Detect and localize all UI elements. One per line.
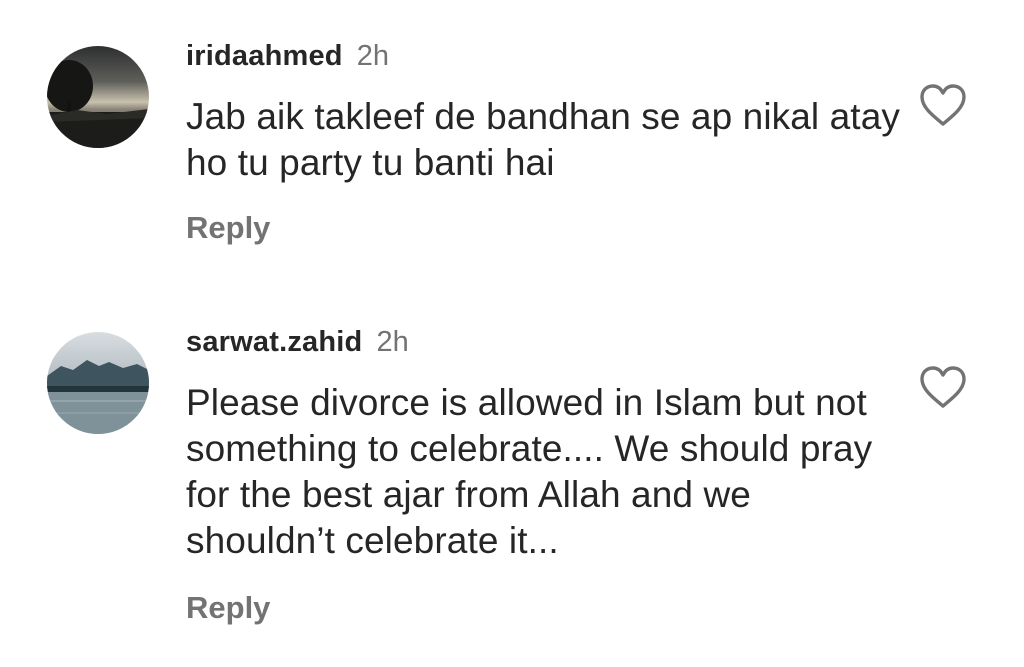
avatar-sunset-tree-image <box>47 46 149 148</box>
comment-meta: iridaahmed 2h <box>186 40 389 84</box>
reply-button[interactable]: Reply <box>186 210 270 246</box>
comment-time: 2h <box>356 40 389 72</box>
avatar[interactable] <box>47 332 149 434</box>
reply-button[interactable]: Reply <box>186 590 270 626</box>
heart-outline-icon <box>920 84 966 126</box>
like-heart-icon[interactable] <box>918 364 968 410</box>
like-heart-icon[interactable] <box>918 82 968 128</box>
username-link[interactable]: iridaahmed <box>186 40 343 72</box>
comment-item: iridaahmed 2h Jab aik takleef de bandhan … <box>0 36 1024 296</box>
avatar[interactable] <box>47 46 149 148</box>
comment-item: sarwat.zahid 2h Please divorce is allowed… <box>0 322 1024 652</box>
comment-text: Jab aik takleef de bandhan se ap nikal a… <box>186 96 900 183</box>
username-link[interactable]: sarwat.zahid <box>186 326 362 358</box>
heart-outline-icon <box>920 366 966 408</box>
comment-meta: sarwat.zahid 2h <box>186 326 409 370</box>
comment-time: 2h <box>376 326 409 358</box>
avatar-lake-mountains-image <box>47 332 149 434</box>
comment-text: Please divorce is allowed in Islam but n… <box>186 382 873 561</box>
